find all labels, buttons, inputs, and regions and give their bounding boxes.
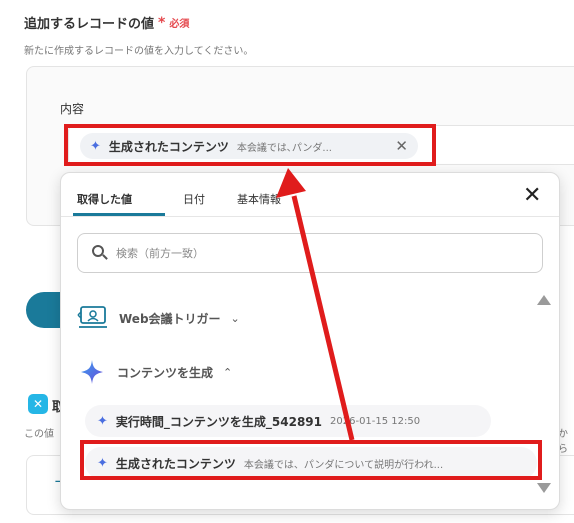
- annotation-arrow: [276, 168, 355, 441]
